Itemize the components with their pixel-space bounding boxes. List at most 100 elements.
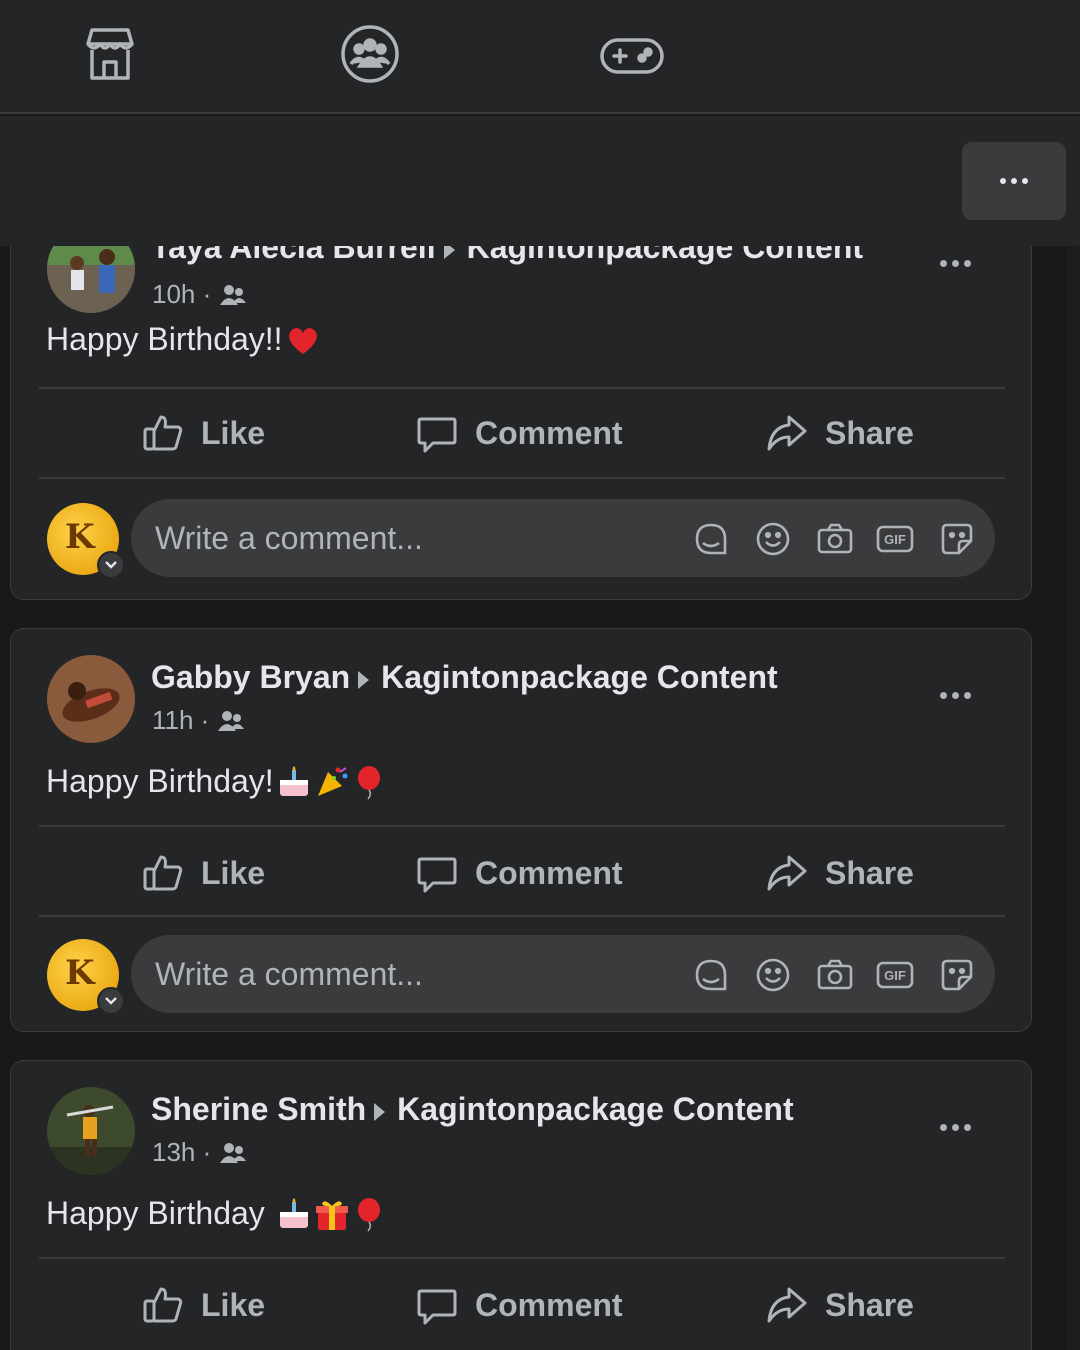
share-icon	[767, 415, 807, 451]
party-popper-icon	[317, 766, 348, 796]
comment-button[interactable]: Comment	[415, 851, 623, 895]
post-text: Happy Birthday!	[46, 763, 388, 800]
group-audience-icon	[220, 284, 247, 305]
post-author[interactable]: Gabby Bryan Kagintonpackage Content	[151, 659, 778, 696]
like-button[interactable]: Like	[141, 1283, 265, 1327]
thumbs-up-icon	[143, 855, 183, 891]
more-dots-icon	[939, 259, 971, 267]
group-audience-icon	[218, 710, 245, 731]
post-meta: 10h ·	[152, 279, 247, 310]
share-icon	[767, 1287, 807, 1323]
share-label: Share	[825, 1286, 914, 1323]
arrow-icon	[374, 1102, 386, 1121]
feed: Taya Alecia Burrell Kagintonpackage Conte…	[0, 246, 1080, 1350]
thumbs-up-icon	[143, 415, 183, 451]
emoji-icon[interactable]	[753, 955, 793, 995]
gaming-icon[interactable]	[598, 22, 666, 86]
groups-icon[interactable]	[338, 22, 402, 86]
camera-icon[interactable]	[815, 955, 855, 995]
comment-label: Comment	[475, 854, 623, 891]
sticker-icon[interactable]	[937, 955, 977, 995]
post-card: Sherine Smith Kagintonpackage Content 13h…	[10, 1060, 1032, 1350]
avatar-logo: K	[65, 517, 95, 557]
avatar[interactable]	[47, 1087, 135, 1175]
red-heart-icon	[288, 327, 317, 354]
like-label: Like	[201, 414, 266, 451]
comment-icon	[417, 1289, 457, 1325]
sub-header	[0, 116, 1080, 246]
like-label: Like	[201, 854, 266, 891]
group-name[interactable]: Kagintonpackage Content	[467, 246, 863, 265]
user-avatar[interactable]: K	[47, 939, 125, 1015]
post-message: Happy Birthday!!	[46, 321, 283, 357]
share-icon	[767, 855, 807, 891]
more-dots-icon	[939, 1123, 971, 1131]
post-options-button[interactable]	[935, 1117, 975, 1137]
share-label: Share	[825, 414, 914, 451]
avatar-sticker-icon[interactable]	[691, 519, 731, 559]
comment-icon	[417, 857, 457, 893]
post-card: Gabby Bryan Kagintonpackage Content 11h ·…	[10, 628, 1032, 1032]
author-name[interactable]: Gabby Bryan	[151, 659, 350, 695]
share-button[interactable]: Share	[765, 851, 914, 895]
post-time[interactable]: 13h ·	[152, 1137, 211, 1168]
group-name[interactable]: Kagintonpackage Content	[381, 659, 777, 695]
group-name[interactable]: Kagintonpackage Content	[397, 1091, 793, 1127]
author-name[interactable]: Sherine Smith	[151, 1091, 366, 1127]
divider	[39, 477, 1005, 479]
post-author[interactable]: Taya Alecia Burrell Kagintonpackage Conte…	[151, 246, 863, 266]
divider	[39, 825, 1005, 827]
share-label: Share	[825, 854, 914, 891]
sticker-icon[interactable]	[937, 519, 977, 559]
balloon-icon	[357, 765, 380, 799]
post-author[interactable]: Sherine Smith Kagintonpackage Content	[151, 1091, 794, 1128]
share-button[interactable]: Share	[765, 1283, 914, 1327]
comment-input[interactable]	[155, 935, 655, 1013]
post-options-button[interactable]	[935, 685, 975, 705]
avatar[interactable]	[47, 246, 135, 313]
avatar[interactable]	[47, 655, 135, 743]
thumbs-up-icon	[143, 1287, 183, 1323]
chevron-down-icon[interactable]	[97, 987, 125, 1015]
comment-composer[interactable]: GIF	[131, 935, 995, 1013]
svg-text:GIF: GIF	[884, 532, 906, 547]
more-options-button[interactable]	[962, 142, 1066, 220]
like-label: Like	[201, 1286, 266, 1323]
like-button[interactable]: Like	[141, 851, 265, 895]
author-name[interactable]: Taya Alecia Burrell	[151, 246, 436, 265]
comment-icon	[417, 417, 457, 453]
divider	[39, 387, 1005, 389]
comment-label: Comment	[475, 414, 623, 451]
post-meta: 11h ·	[152, 705, 245, 736]
post-options-button[interactable]	[935, 253, 975, 273]
post-message: Happy Birthday	[46, 1195, 274, 1231]
chevron-down-icon[interactable]	[97, 551, 125, 579]
share-button[interactable]: Share	[765, 411, 914, 455]
comment-input[interactable]	[155, 499, 655, 577]
arrow-icon	[443, 246, 455, 259]
avatar-sticker-icon[interactable]	[691, 955, 731, 995]
post-time[interactable]: 11h ·	[152, 705, 209, 736]
marketplace-icon[interactable]	[78, 22, 142, 86]
like-button[interactable]: Like	[141, 411, 265, 455]
camera-icon[interactable]	[815, 519, 855, 559]
arrow-icon	[358, 670, 370, 689]
top-nav	[0, 0, 1080, 114]
post-time[interactable]: 10h ·	[152, 279, 211, 310]
gif-icon[interactable]: GIF	[875, 955, 915, 995]
comment-composer[interactable]: GIF	[131, 499, 995, 577]
post-card: Taya Alecia Burrell Kagintonpackage Conte…	[10, 246, 1032, 600]
balloon-icon	[357, 1197, 380, 1231]
scrollbar[interactable]	[1066, 246, 1080, 1350]
wrapped-gift-icon	[315, 1200, 348, 1230]
emoji-icon[interactable]	[753, 519, 793, 559]
comment-button[interactable]: Comment	[415, 411, 623, 455]
comment-button[interactable]: Comment	[415, 1283, 623, 1327]
divider	[39, 915, 1005, 917]
user-avatar[interactable]: K	[47, 503, 125, 579]
group-audience-icon	[220, 1142, 247, 1163]
gif-icon[interactable]: GIF	[875, 519, 915, 559]
svg-text:GIF: GIF	[884, 968, 906, 983]
divider	[39, 1257, 1005, 1259]
birthday-cake-icon	[279, 1197, 308, 1228]
